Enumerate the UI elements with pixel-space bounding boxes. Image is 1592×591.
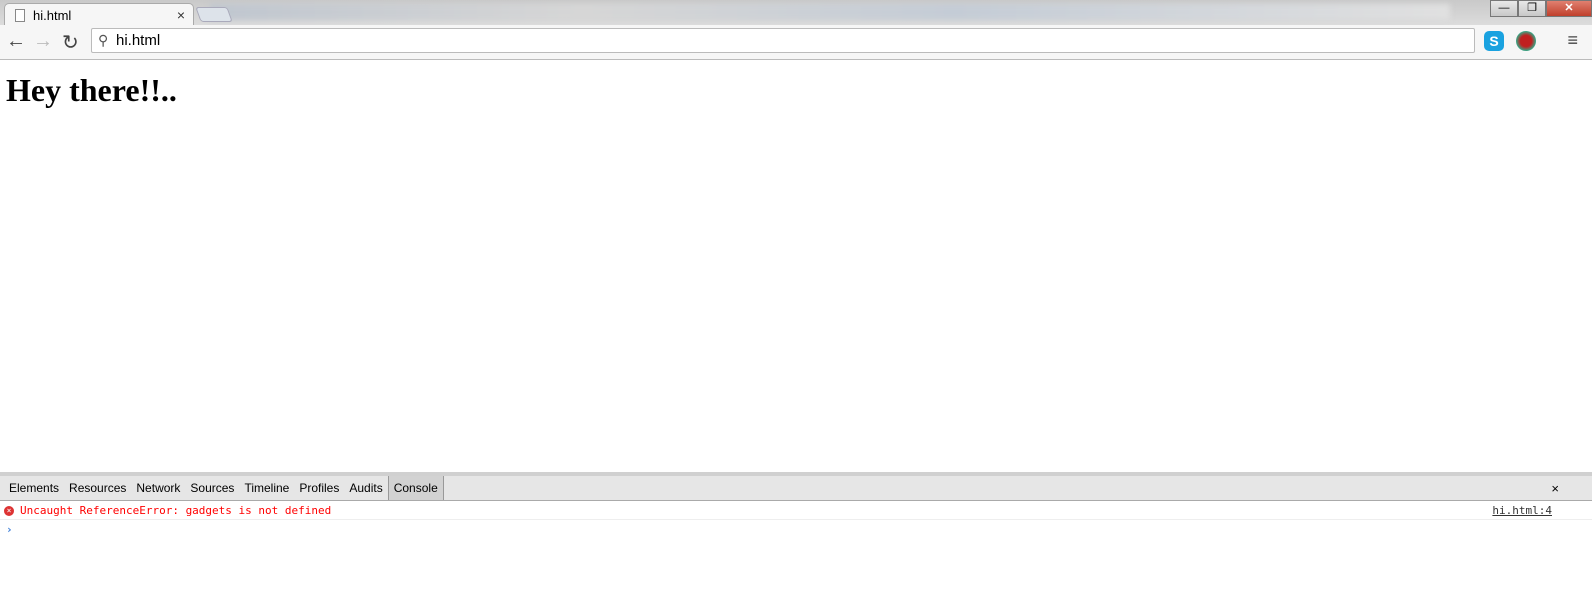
devtools-tabs: Elements Resources Network Sources Timel… xyxy=(0,476,1592,501)
title-bar: hi.html × — ❐ ✕ xyxy=(0,0,1592,26)
restore-button[interactable]: ❐ xyxy=(1518,0,1546,17)
tab-network[interactable]: Network xyxy=(131,481,185,495)
search-icon: ⚲ xyxy=(98,32,109,48)
close-window-button[interactable]: ✕ xyxy=(1546,0,1592,17)
error-message: Uncaught ReferenceError: gadgets is not … xyxy=(20,504,332,517)
tab-hi-html[interactable]: hi.html × xyxy=(4,3,194,26)
minimize-button[interactable]: — xyxy=(1490,0,1518,17)
console-error: × Uncaught ReferenceError: gadgets is no… xyxy=(0,501,1592,520)
tab-timeline[interactable]: Timeline xyxy=(239,481,294,495)
globe-extension-icon[interactable] xyxy=(1516,31,1536,51)
new-tab-button[interactable] xyxy=(195,7,233,22)
back-button[interactable]: ← xyxy=(6,30,26,53)
error-icon: × xyxy=(4,506,14,516)
tab-profiles[interactable]: Profiles xyxy=(294,481,344,495)
tab-audits[interactable]: Audits xyxy=(344,481,387,495)
page-icon xyxy=(15,8,25,22)
address-bar[interactable]: ⚲ hi.html xyxy=(91,28,1475,53)
tab-elements[interactable]: Elements xyxy=(4,481,64,495)
tab-sources[interactable]: Sources xyxy=(185,481,239,495)
url-text: hi.html xyxy=(116,32,161,49)
toolbar: ← → ↻ ⚲ hi.html S ≡ xyxy=(0,25,1592,60)
devtools-close-icon[interactable]: × xyxy=(1546,481,1564,496)
tab-resources[interactable]: Resources xyxy=(64,481,131,495)
forward-button[interactable]: → xyxy=(33,30,53,53)
skype-icon[interactable]: S xyxy=(1484,31,1504,51)
tab-close-icon[interactable]: × xyxy=(177,7,185,23)
background-tabs[interactable] xyxy=(210,4,1450,20)
reload-button[interactable]: ↻ xyxy=(62,30,79,55)
tab-title: hi.html xyxy=(33,7,72,23)
tab-console[interactable]: Console xyxy=(387,476,444,500)
devtools-panel: Elements Resources Network Sources Timel… xyxy=(0,472,1592,591)
error-source-link[interactable]: hi.html:4 xyxy=(1492,501,1552,520)
page-heading: Hey there!!.. xyxy=(6,72,177,108)
menu-icon[interactable]: ≡ xyxy=(1567,30,1578,51)
console-prompt[interactable]: › xyxy=(0,520,1592,539)
